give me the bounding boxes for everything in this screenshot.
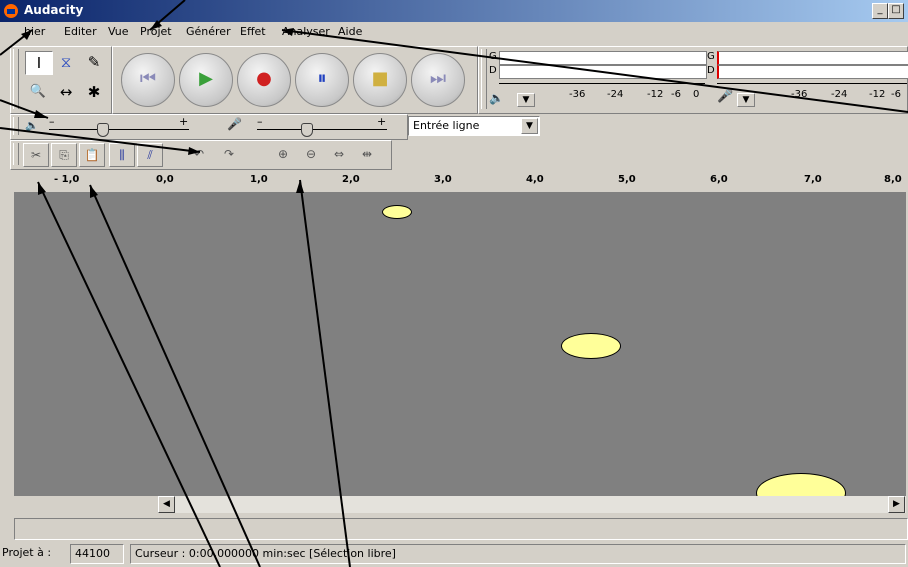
- arrow-head: [34, 110, 48, 118]
- arrow-head: [38, 182, 46, 195]
- arrow-line: [37, 181, 221, 567]
- arrow-line: [89, 184, 261, 567]
- arrow-head: [282, 28, 294, 36]
- arrow-head: [296, 180, 304, 193]
- arrow-head: [90, 185, 98, 198]
- arrow-line: [0, 127, 201, 153]
- annotation-arrows: [0, 0, 908, 567]
- arrow-line: [299, 179, 351, 567]
- arrow-line: [281, 29, 908, 113]
